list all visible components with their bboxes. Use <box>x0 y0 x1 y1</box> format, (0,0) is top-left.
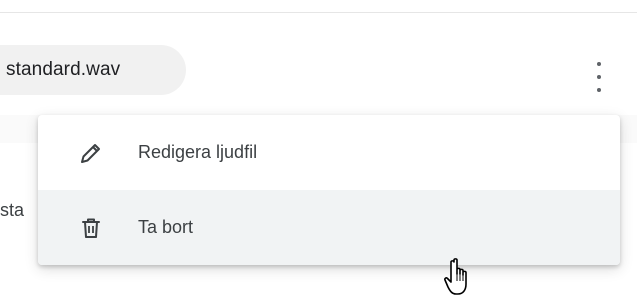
menu-item-label: Ta bort <box>138 217 194 237</box>
menu-item-edit-audio[interactable]: Redigera ljudfil <box>38 115 620 190</box>
second-row-filename[interactable]: sta <box>0 200 24 221</box>
file-name-chip[interactable]: standard.wav <box>0 45 186 95</box>
pencil-icon <box>78 140 104 166</box>
file-name: standard.wav <box>6 59 121 80</box>
trash-icon <box>78 215 104 241</box>
divider-top <box>0 12 637 13</box>
menu-item-delete[interactable]: Ta bort <box>38 190 620 265</box>
menu-item-label: Redigera ljudfil <box>138 142 258 162</box>
context-menu: Redigera ljudfil Ta bort <box>38 115 620 265</box>
hand-pointer-icon <box>444 258 467 295</box>
more-vert-icon[interactable] <box>588 62 610 92</box>
